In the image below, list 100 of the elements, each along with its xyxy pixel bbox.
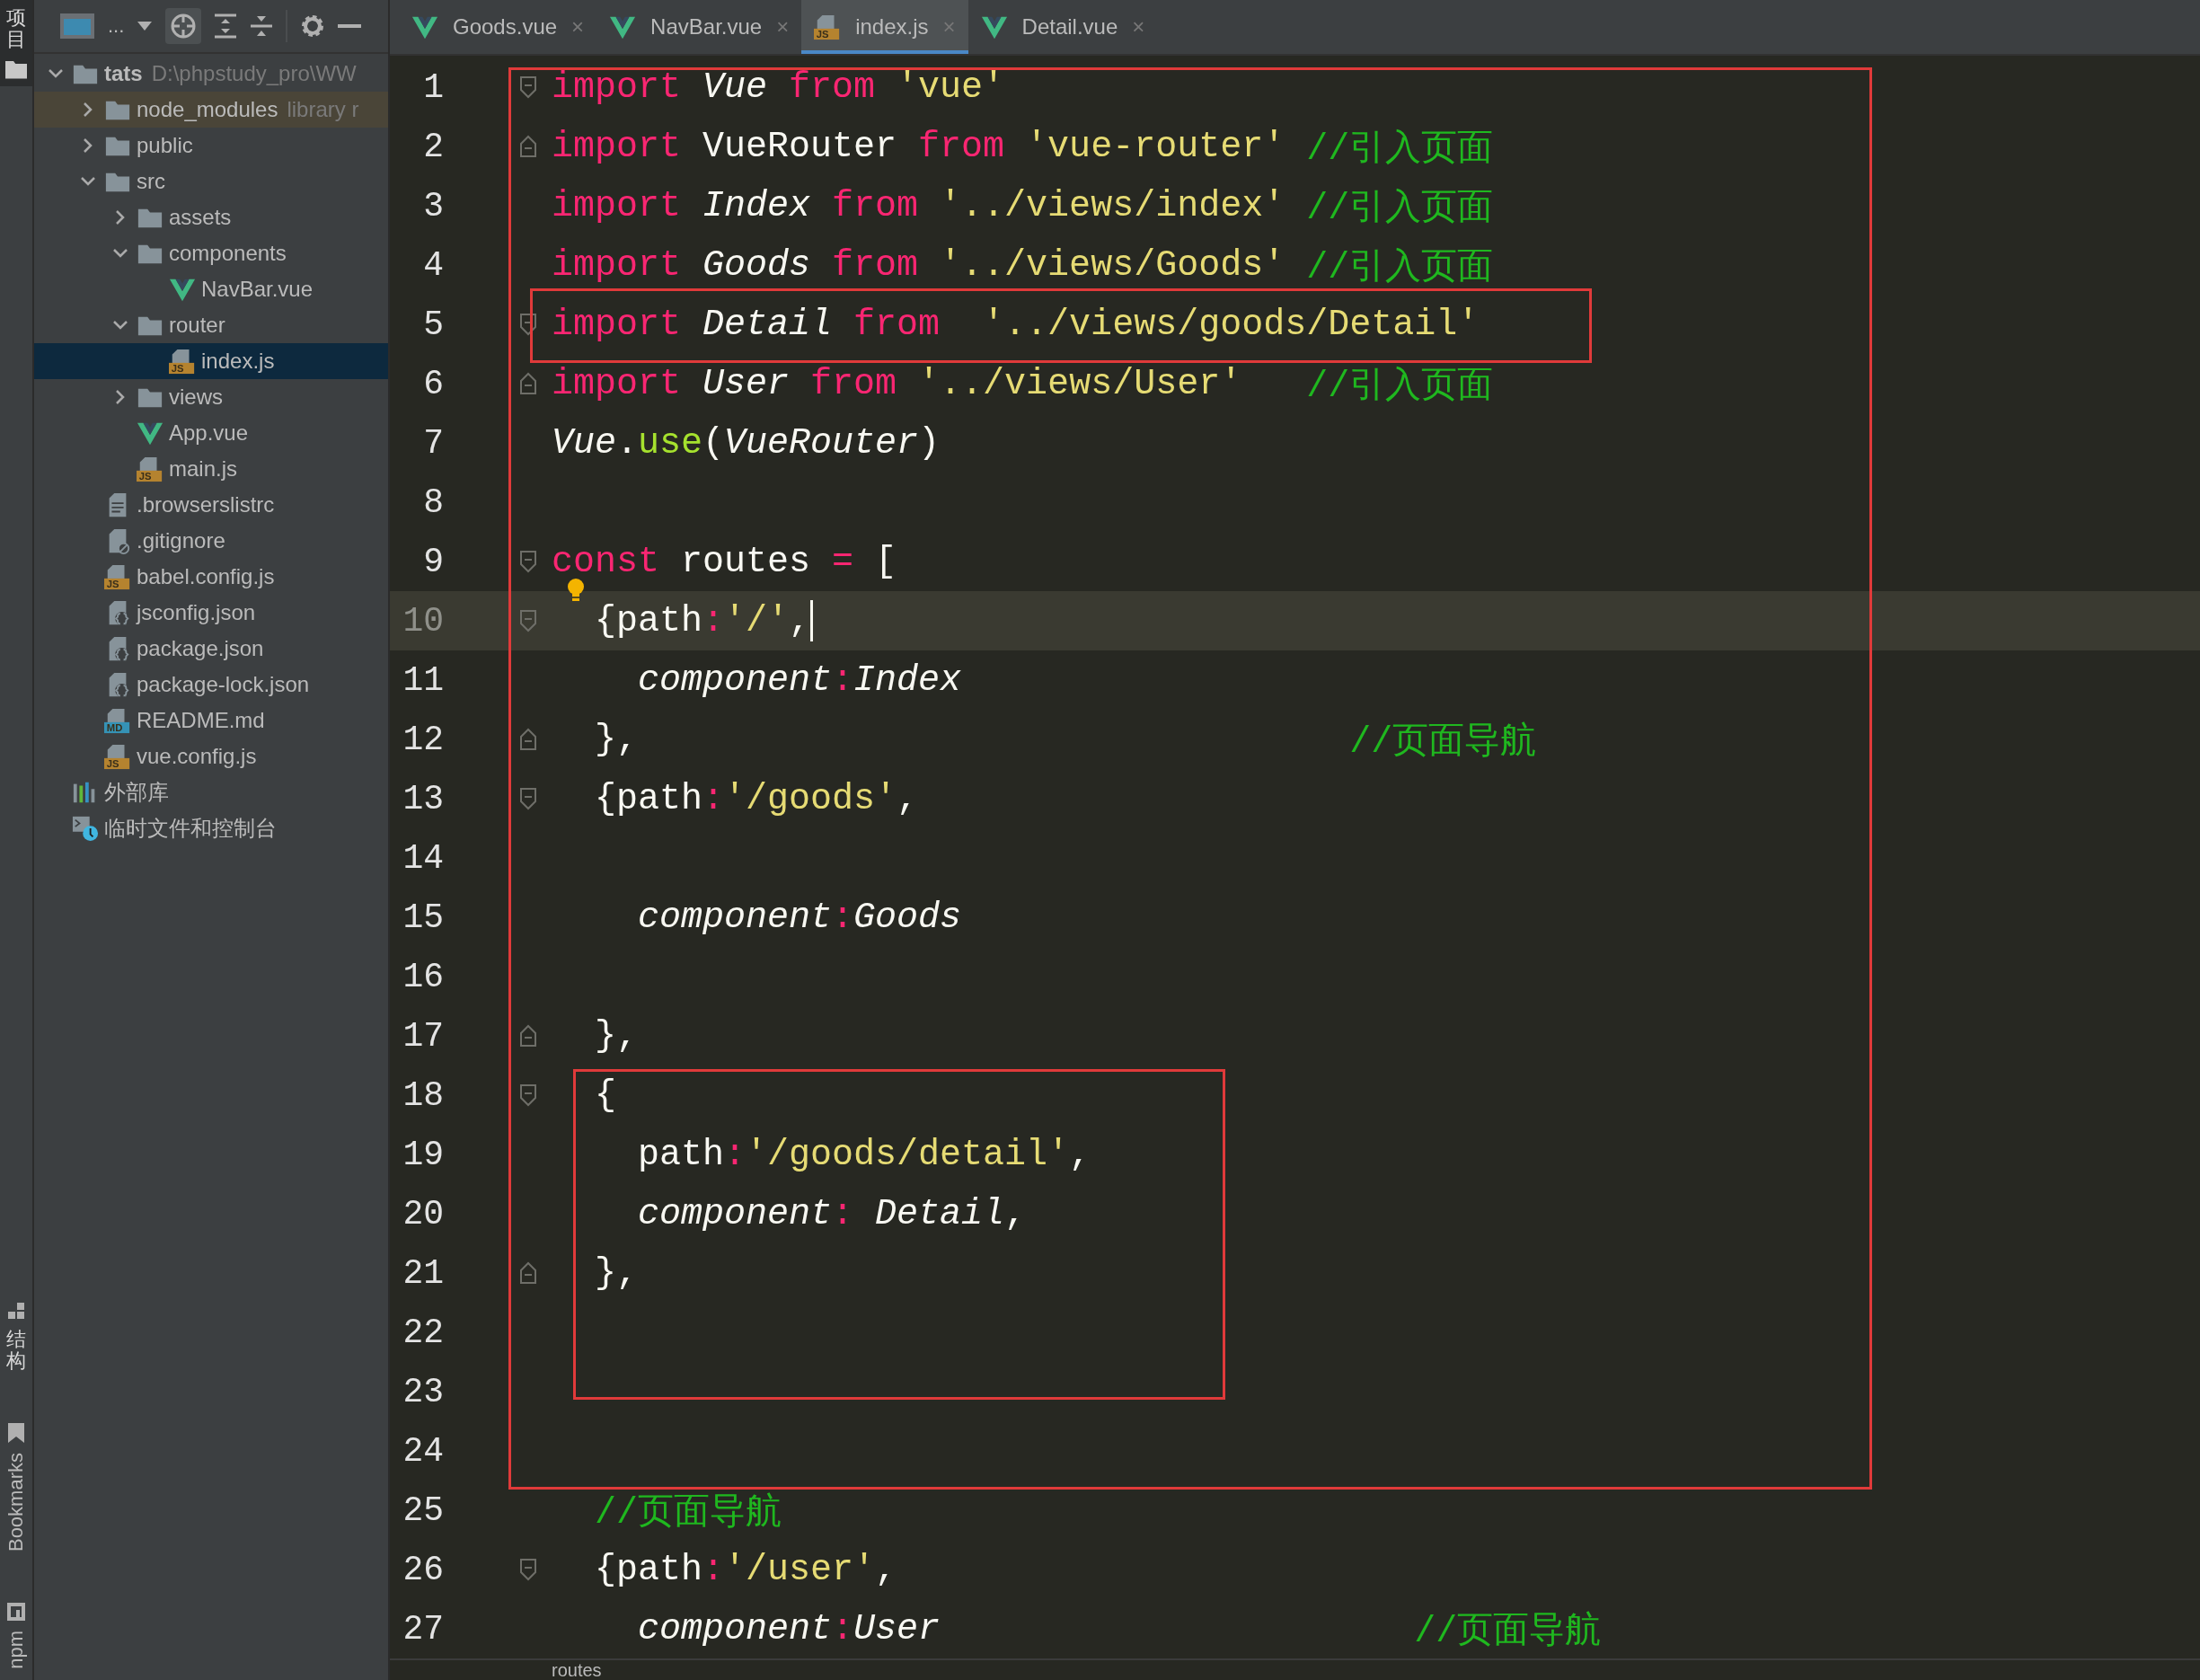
tree-item[interactable]: assets <box>34 199 388 235</box>
structure-icon <box>7 1301 25 1320</box>
tool-window-button[interactable]: 项目 <box>0 0 32 87</box>
line-number: 21 <box>402 1253 445 1293</box>
minimize-icon[interactable] <box>338 23 362 29</box>
code-line: {path:'/goods', <box>594 778 919 819</box>
fold-marker-icon[interactable] <box>519 372 537 395</box>
code-line: path:'/goods/detail', <box>637 1134 1091 1175</box>
tree-item[interactable]: tats D:\phpstudy_pro\WW <box>34 56 388 92</box>
line-number: 25 <box>402 1490 445 1530</box>
line-number: 1 <box>422 67 445 107</box>
line-number: 7 <box>422 423 445 463</box>
path-hint: D:\phpstudy_pro\WW <box>151 61 357 86</box>
tree-item[interactable]: JS babel.config.js <box>34 559 388 595</box>
tree-item[interactable]: .browserslistrc <box>34 487 388 523</box>
code-line: const routes = [ <box>552 541 897 582</box>
code-line: import User from '../views/User' //引入页面 <box>552 362 1494 409</box>
tree-item[interactable]: jsconfig.json <box>34 595 388 631</box>
settings-icon[interactable] <box>300 13 326 39</box>
line-number: 8 <box>422 482 445 522</box>
code-line: import Vue from 'vue' <box>552 66 1005 108</box>
line-number: 26 <box>402 1550 445 1589</box>
tool-window-button[interactable]: 结构 <box>0 1294 32 1380</box>
folder-icon <box>5 59 27 80</box>
tree-item[interactable]: App.vue <box>34 415 388 451</box>
line-number: 22 <box>402 1313 445 1352</box>
tree-item[interactable]: NavBar.vue <box>34 271 388 307</box>
tool-window-button[interactable]: Bookmarks <box>0 1415 32 1560</box>
tree-item[interactable]: .gitignore <box>34 523 388 559</box>
tree-item[interactable]: router <box>34 307 388 343</box>
code-line: { <box>594 1074 616 1116</box>
editor-tab[interactable]: NavBar.vue × <box>596 0 802 54</box>
code-line: import Goods from '../views/Goods' //引入页面 <box>552 243 1494 290</box>
code-line: }, <box>594 1252 638 1294</box>
line-number: 19 <box>402 1135 445 1174</box>
line-number: 2 <box>422 127 445 166</box>
code-line: {path:'/user', <box>594 1549 897 1590</box>
tree-item[interactable]: node_modules library r <box>34 92 388 128</box>
code-line: component:Goods <box>637 897 962 938</box>
fold-marker-icon[interactable] <box>519 1083 537 1107</box>
fold-marker-icon[interactable] <box>519 1558 537 1581</box>
tree-item[interactable]: JS vue.config.js <box>34 738 388 774</box>
line-number: 12 <box>402 720 445 759</box>
tree-item[interactable]: package-lock.json <box>34 667 388 703</box>
fold-marker-icon[interactable] <box>519 728 537 751</box>
fold-marker-icon[interactable] <box>519 135 537 158</box>
editor-tab[interactable]: JS index.js × <box>801 0 968 54</box>
code-line: {path:'/', <box>552 600 814 641</box>
editor-tab[interactable]: Goods.vue × <box>399 0 597 54</box>
line-number: 10 <box>402 601 445 641</box>
collapse-all-icon[interactable] <box>250 13 274 39</box>
window-icon[interactable] <box>59 13 95 40</box>
line-number: 27 <box>402 1609 445 1649</box>
line-number: 4 <box>422 245 445 285</box>
expand-all-icon[interactable] <box>214 13 238 39</box>
line-number: 20 <box>402 1194 445 1233</box>
bookmark-icon <box>7 1422 25 1445</box>
tool-window-button[interactable]: npm <box>0 1595 32 1676</box>
tree-item[interactable]: src <box>34 164 388 199</box>
fold-marker-icon[interactable] <box>519 313 537 336</box>
tree-item[interactable]: MD README.md <box>34 703 388 738</box>
line-number: 6 <box>422 364 445 403</box>
line-number: 11 <box>402 660 445 700</box>
line-number: 3 <box>422 186 445 225</box>
code-line: import VueRouter from 'vue-router' //引入页面 <box>552 125 1494 172</box>
tree-item[interactable]: package.json <box>34 631 388 667</box>
locate-button[interactable] <box>165 8 202 44</box>
breadcrumb[interactable]: routes <box>552 1660 602 1680</box>
code-line: }, <box>594 1015 638 1057</box>
fold-marker-icon[interactable] <box>519 609 537 632</box>
fold-marker-icon[interactable] <box>519 787 537 810</box>
fold-marker-icon[interactable] <box>519 1024 537 1048</box>
tree-item[interactable]: views <box>34 379 388 415</box>
tree-item[interactable]: public <box>34 128 388 164</box>
editor-tab[interactable]: Detail.vue × <box>967 0 1158 54</box>
code-line: }, //页面导航 <box>594 718 1537 765</box>
tree-item[interactable]: JS index.js <box>34 343 388 379</box>
tree-item[interactable]: 临时文件和控制台 <box>34 810 388 846</box>
dropdown-icon[interactable] <box>137 21 154 31</box>
code-line: import Detail from '../views/goods/Detail' <box>552 304 1480 345</box>
npm-icon <box>6 1602 26 1623</box>
code-line: Vue.use(VueRouter) <box>552 422 941 464</box>
code-line: import Index from '../views/index' //引入页面 <box>552 184 1494 231</box>
tree-item[interactable]: 外部库 <box>34 774 388 810</box>
line-number: 24 <box>402 1431 445 1471</box>
code-line: component:Index <box>637 659 962 701</box>
tree-item[interactable]: components <box>34 235 388 271</box>
line-number: 15 <box>402 897 445 937</box>
code-line: component: Detail, <box>637 1193 1027 1234</box>
path-hint: library r <box>287 97 359 122</box>
tree-item[interactable]: JS main.js <box>34 451 388 487</box>
view-selector[interactable]: ... <box>108 14 125 38</box>
lightbulb-icon[interactable] <box>566 577 586 604</box>
code-line: component:User //页面导航 <box>637 1607 1602 1654</box>
line-number: 18 <box>402 1075 445 1115</box>
line-number: 23 <box>402 1372 445 1411</box>
fold-marker-icon[interactable] <box>519 75 537 99</box>
fold-marker-icon[interactable] <box>519 1261 537 1285</box>
fold-marker-icon[interactable] <box>519 550 537 573</box>
line-number: 9 <box>422 542 445 581</box>
